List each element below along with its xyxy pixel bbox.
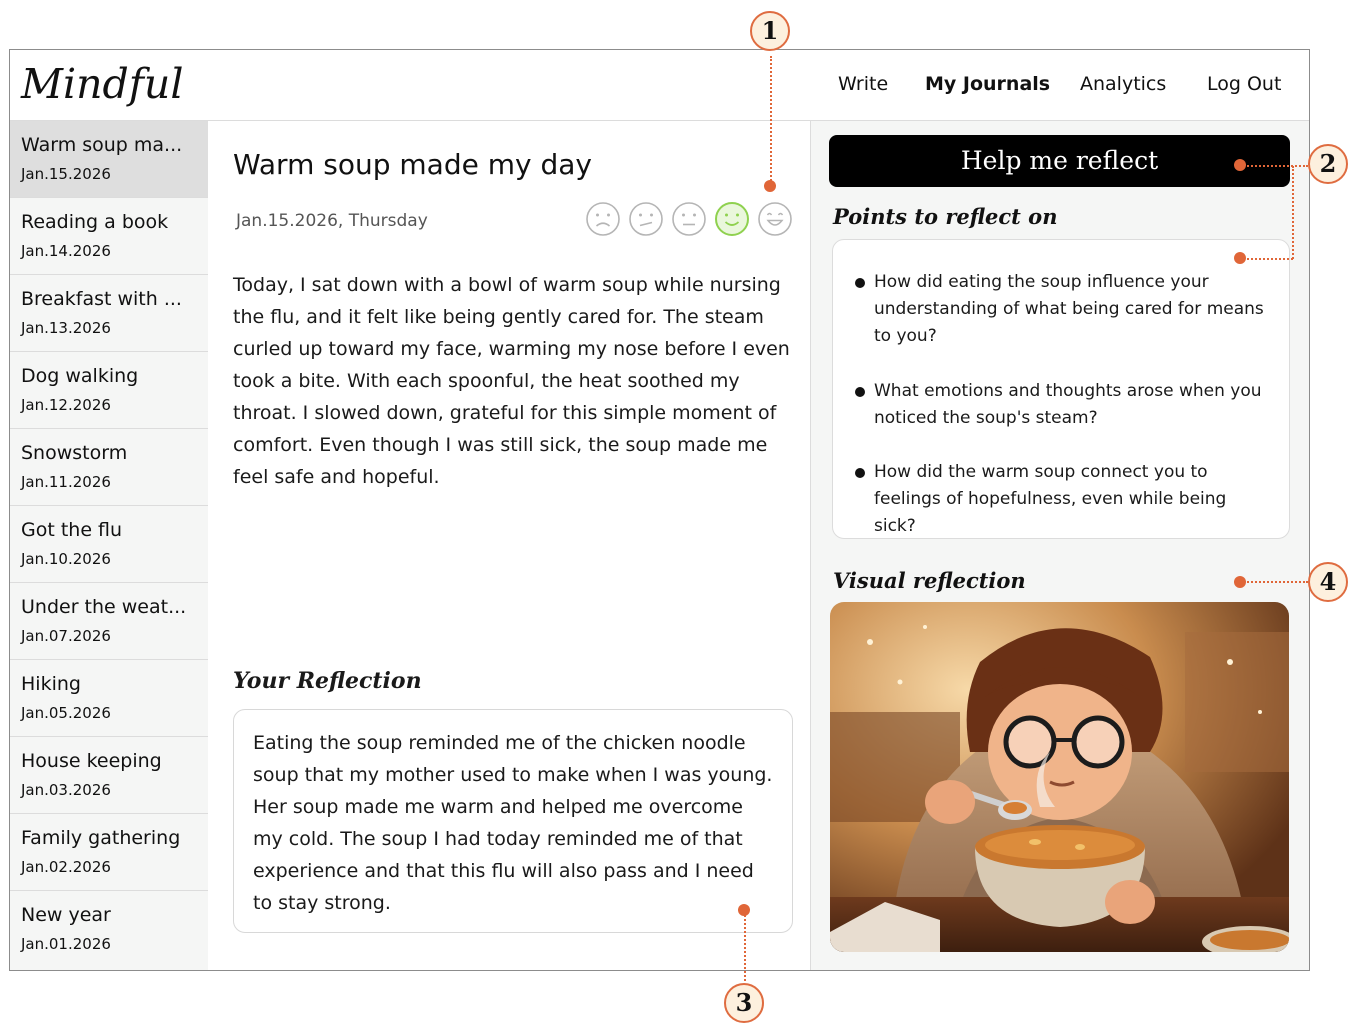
nav-analytics[interactable]: Analytics xyxy=(1080,71,1166,97)
neutral-face-icon[interactable] xyxy=(671,201,707,237)
journal-list-item[interactable]: Dog walking Jan.12.2026 xyxy=(10,352,208,429)
journal-item-title: New year xyxy=(21,904,111,926)
journal-list-item[interactable]: Family gathering Jan.02.2026 xyxy=(10,814,208,891)
boy-eating-soup-illustration xyxy=(830,602,1289,952)
reflection-point: How did eating the soup influence your u… xyxy=(852,269,1272,350)
points-heading: Points to reflect on xyxy=(833,204,1058,229)
journal-item-date: Jan.11.2026 xyxy=(21,473,111,491)
reflection-point-text: How did eating the soup influence your u… xyxy=(874,272,1264,346)
journal-list-item[interactable]: House keeping Jan.03.2026 xyxy=(10,737,208,814)
entry-date: Jan.15.2026, Thursday xyxy=(236,211,428,231)
mood-selector xyxy=(583,201,793,239)
reflection-panel: Help me reflect Points to reflect on How… xyxy=(811,121,1309,970)
reflection-textarea[interactable]: Eating the soup reminded me of the chick… xyxy=(233,709,793,933)
nav-write[interactable]: Write xyxy=(838,71,888,97)
sad-face-icon[interactable] xyxy=(585,201,621,237)
callout-badge-2: 2 xyxy=(1308,144,1348,184)
app-window: Mindful Write My Journals Analytics Log … xyxy=(9,49,1310,971)
reflection-point: How did the warm soup connect you to fee… xyxy=(852,459,1272,540)
journal-item-date: Jan.14.2026 xyxy=(21,242,111,260)
reflection-point-text: What emotions and thoughts arose when yo… xyxy=(874,381,1262,428)
your-reflection-heading: Your Reflection xyxy=(233,668,422,694)
journal-list-item[interactable]: Reading a book Jan.14.2026 xyxy=(10,198,208,275)
journal-item-title: Snowstorm xyxy=(21,442,128,464)
grinning-face-icon[interactable] xyxy=(757,201,793,237)
bullet-icon xyxy=(855,468,865,478)
entry-body-text[interactable]: Today, I sat down with a bowl of warm so… xyxy=(233,269,793,493)
journal-list-item[interactable]: Got the flu Jan.10.2026 xyxy=(10,506,208,583)
journal-item-date: Jan.12.2026 xyxy=(21,396,111,414)
nav-my-journals[interactable]: My Journals xyxy=(925,71,1050,97)
journal-list-item[interactable]: New year Jan.01.2026 xyxy=(10,891,208,968)
journal-list-item[interactable]: Warm soup ma... Jan.15.2026 xyxy=(10,121,208,198)
callout-2-leader-line-vertical xyxy=(1292,166,1294,259)
journal-item-title: Breakfast with ... xyxy=(21,288,182,310)
callout-2-anchor-dot-top xyxy=(1234,159,1246,171)
journal-item-title: Reading a book xyxy=(21,211,169,233)
journal-list-item[interactable]: Snowstorm Jan.11.2026 xyxy=(10,429,208,506)
journal-item-title: House keeping xyxy=(21,750,162,772)
unhappy-face-icon[interactable] xyxy=(628,201,664,237)
journal-item-title: Got the flu xyxy=(21,519,123,541)
entry-title: Warm soup made my day xyxy=(233,148,592,181)
reflection-point: What emotions and thoughts arose when yo… xyxy=(852,378,1272,432)
journal-item-date: Jan.03.2026 xyxy=(21,781,111,799)
callout-badge-4: 4 xyxy=(1308,562,1348,602)
reflection-points-list: How did eating the soup influence your u… xyxy=(832,239,1290,539)
callout-3-anchor-dot xyxy=(738,904,750,916)
journal-list-item[interactable]: Breakfast with ... Jan.13.2026 xyxy=(10,275,208,352)
help-me-reflect-button[interactable]: Help me reflect xyxy=(829,135,1290,187)
journal-item-date: Jan.05.2026 xyxy=(21,704,111,722)
callout-1-leader-line xyxy=(770,56,772,185)
journal-item-title: Hiking xyxy=(21,673,81,695)
callout-2-leader-line-bottom xyxy=(1240,258,1293,260)
callout-4-leader-line xyxy=(1240,581,1308,583)
callout-badge-3: 3 xyxy=(724,983,764,1023)
callout-1-anchor-dot xyxy=(764,180,776,192)
journal-list-item[interactable]: Hiking Jan.05.2026 xyxy=(10,660,208,737)
smiling-face-icon[interactable] xyxy=(714,201,750,237)
reflection-point-text: How did the warm soup connect you to fee… xyxy=(874,462,1227,536)
callout-2-anchor-dot-bottom xyxy=(1234,252,1246,264)
journal-item-date: Jan.01.2026 xyxy=(21,935,111,953)
callout-4-anchor-dot xyxy=(1234,576,1246,588)
callout-badge-1: 1 xyxy=(750,11,790,51)
nav-log-out[interactable]: Log Out xyxy=(1207,71,1281,97)
journal-item-date: Jan.15.2026 xyxy=(21,165,111,183)
journal-item-title: Family gathering xyxy=(21,827,181,849)
bullet-icon xyxy=(855,387,865,397)
journal-item-title: Under the weat... xyxy=(21,596,187,618)
top-bar: Mindful Write My Journals Analytics Log … xyxy=(10,50,1309,121)
bullet-icon xyxy=(855,278,865,288)
visual-reflection-image xyxy=(830,602,1289,952)
journal-list: Warm soup ma... Jan.15.2026 Reading a bo… xyxy=(10,121,208,970)
journal-entry-panel: Warm soup made my day Jan.15.2026, Thurs… xyxy=(208,121,811,970)
journal-item-date: Jan.02.2026 xyxy=(21,858,111,876)
journal-item-date: Jan.13.2026 xyxy=(21,319,111,337)
journal-item-title: Dog walking xyxy=(21,365,139,387)
journal-item-date: Jan.07.2026 xyxy=(21,627,111,645)
journal-item-date: Jan.10.2026 xyxy=(21,550,111,568)
visual-reflection-heading: Visual reflection xyxy=(833,568,1026,593)
journal-item-title: Warm soup ma... xyxy=(21,134,183,156)
app-logo[interactable]: Mindful xyxy=(21,59,183,109)
callout-3-leader-line xyxy=(744,911,746,981)
journal-list-item[interactable]: Under the weat... Jan.07.2026 xyxy=(10,583,208,660)
callout-2-leader-line-top xyxy=(1240,165,1308,167)
